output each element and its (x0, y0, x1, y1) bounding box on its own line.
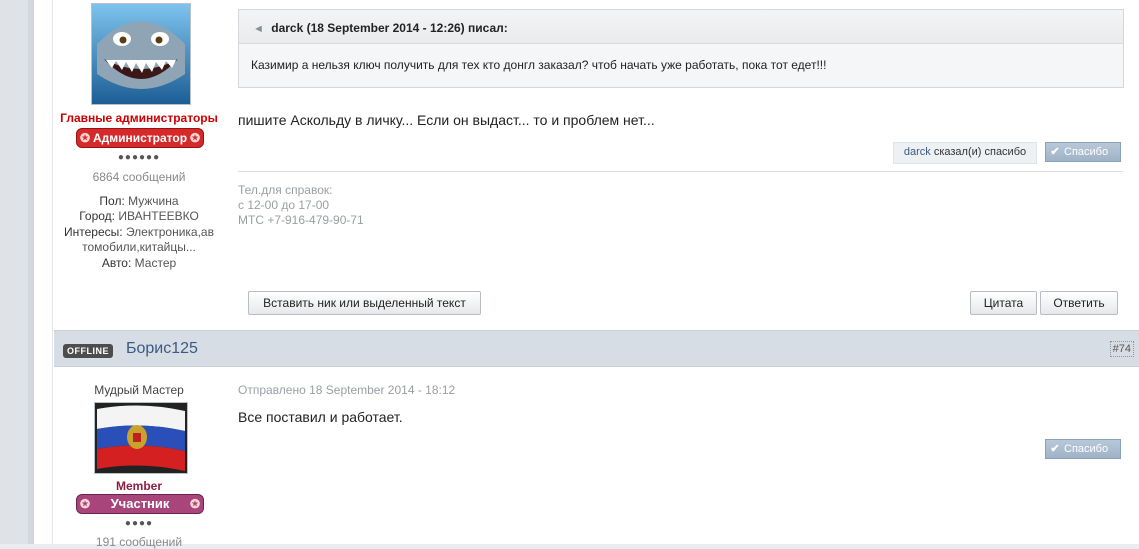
thanks-user-link[interactable]: darck (904, 146, 931, 158)
quote-header-text: darck (18 September 2014 - 12:26) писал: (271, 21, 508, 35)
thanks-button[interactable]: ✔ Спасибо (1045, 142, 1121, 162)
quote-header: ◄ darck (18 September 2014 - 12:26) писа… (239, 10, 1123, 44)
checkmark-icon: ✔ (1050, 146, 1060, 158)
profile-value: ИВАНТЕЕВКО (118, 209, 199, 223)
russia-flag-avatar-image (95, 403, 187, 473)
profile-label: Авто: (101, 256, 132, 270)
author-avatar[interactable] (91, 3, 191, 105)
quote-arrow-icon: ◄ (253, 23, 264, 35)
post-number-link[interactable]: #74 (1109, 341, 1134, 357)
profile-interests: Интересы: Электроника,ав (54, 225, 224, 240)
post-author-link[interactable]: Борис125 (126, 340, 198, 358)
group-title: Member (115, 479, 162, 493)
posts-panel: Главные администраторы ✪ Администратор ✪… (34, 0, 1139, 549)
profile-value: Мужчина (128, 194, 179, 208)
group-title: Главные администраторы (60, 111, 218, 125)
post-body: пишите Аскольду в личку... Если он выдас… (238, 112, 655, 128)
signature-line: Тел.для справок: (238, 183, 333, 197)
offline-status-badge: OFFLINE (63, 344, 113, 358)
quote-text: Казимир а нельзя ключ получить для тех к… (251, 58, 827, 72)
member-badge: ✪ Участник ✪ (76, 494, 204, 514)
signature-line: МТС +7-916-479-90-71 (238, 213, 364, 227)
reply-button[interactable]: Ответить (1040, 291, 1118, 315)
quote-block: ◄ darck (18 September 2014 - 12:26) писа… (238, 9, 1124, 88)
rank-dots: ●●●● (124, 518, 154, 529)
profile-value: Электроника,ав (125, 225, 214, 239)
profile-car: Авто: Мастер (54, 256, 224, 271)
thanks-button[interactable]: ✔ Спасибо (1045, 439, 1121, 459)
signature-line: с 12-00 до 17-00 (238, 198, 330, 212)
badge-label: Участник (110, 496, 170, 511)
profile-value: Мастер (134, 256, 177, 270)
gutter-stripe (28, 0, 33, 544)
post-body: Все поставил и работает. (238, 409, 403, 425)
rank-dots: ●●●●●● (117, 152, 161, 163)
signature: Тел.для справок: с 12-00 до 17-00 МТС +7… (238, 183, 364, 228)
insert-nick-button[interactable]: Вставить ник или выделенный текст (248, 291, 481, 315)
shark-avatar-image (92, 4, 190, 104)
thanks-list: darck сказал(и) спасибо (893, 142, 1037, 164)
thanks-suffix: сказал(и) спасибо (933, 146, 1027, 158)
admin-badge: ✪ Администратор ✪ (76, 128, 204, 148)
star-icon: ✪ (80, 131, 91, 145)
author-avatar[interactable] (94, 402, 188, 474)
post-header-bar: OFFLINE Борис125 #74 (54, 330, 1139, 367)
quote-button[interactable]: Цитата (970, 291, 1037, 315)
checkmark-icon: ✔ (1050, 443, 1060, 455)
post-count: 6864 сообщений (92, 170, 186, 184)
author-column-divider (52, 0, 53, 544)
thanks-button-label: Спасибо (1064, 146, 1109, 158)
star-icon: ✪ (80, 497, 91, 511)
profile-city: Город: ИВАНТЕЕВКО (54, 209, 224, 224)
posted-date: Отправлено 18 September 2014 - 18:12 (238, 383, 456, 397)
post-count: 191 сообщений (95, 535, 183, 549)
star-icon: ✪ (189, 497, 200, 511)
profile-label: Город: (79, 209, 115, 223)
left-gutter (0, 0, 34, 544)
profile-gender: Пол: Мужчина (54, 194, 224, 209)
star-icon: ✪ (189, 131, 200, 145)
thanks-button-label: Спасибо (1064, 443, 1109, 455)
profile-label: Пол: (99, 194, 125, 208)
profile-value: томобили,китайцы... (82, 240, 196, 254)
profile-label: Интересы: (64, 225, 123, 239)
profile-interests-cont: томобили,китайцы... (54, 240, 224, 255)
rank-name: Мудрый Мастер (94, 383, 184, 397)
signature-separator (238, 171, 1123, 172)
badge-label: Администратор (92, 131, 188, 145)
